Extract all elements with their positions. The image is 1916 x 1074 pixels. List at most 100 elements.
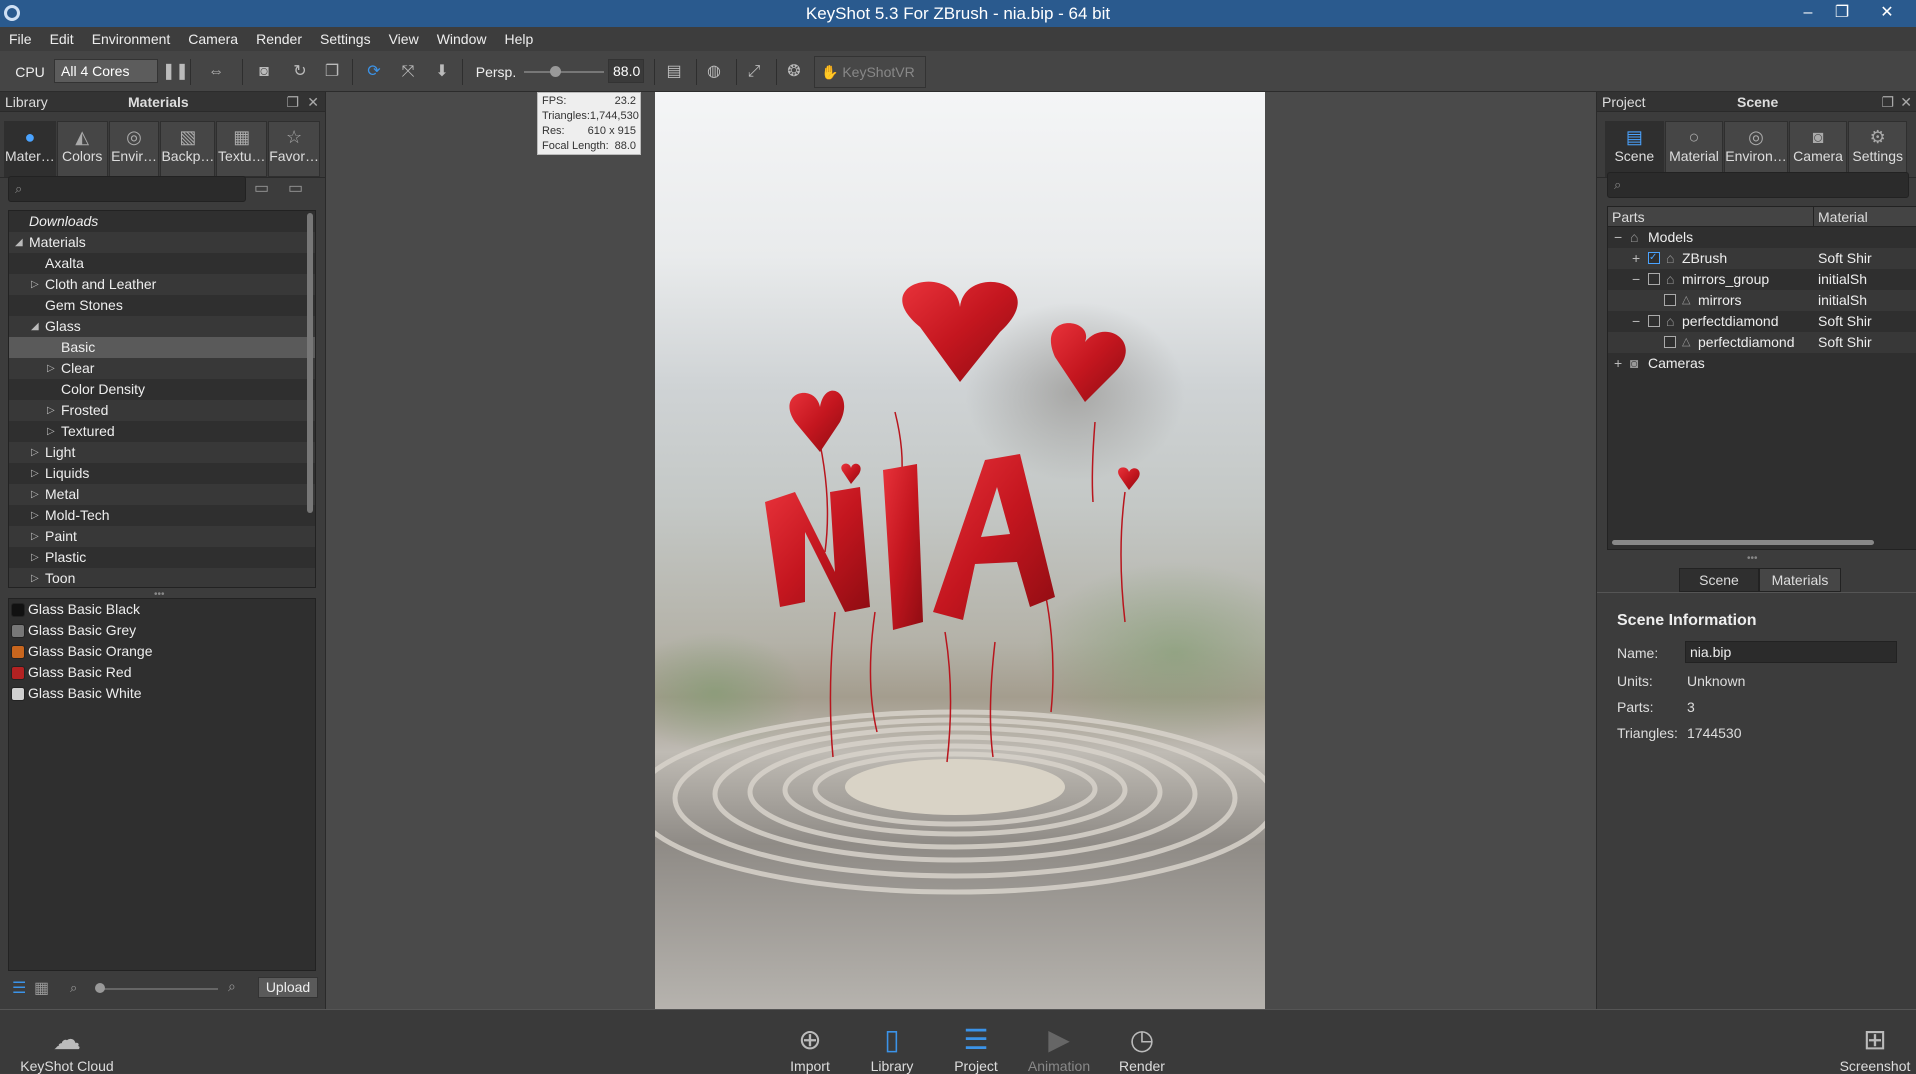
menu-help[interactable]: Help [495,31,542,47]
subtab-materials[interactable]: Materials [1759,568,1841,592]
menu-settings[interactable]: Settings [311,31,380,47]
grid-view-icon[interactable]: ▦ [34,978,49,998]
material-item[interactable]: Glass Basic Black [9,599,315,620]
zoom-in-icon[interactable]: ⌕ [228,978,236,995]
tree-item-selected[interactable]: Basic [9,337,315,358]
slider-handle[interactable] [95,983,105,993]
visibility-checkbox[interactable]: ✓ [1648,252,1660,264]
splitter-handle[interactable]: ••• [1747,553,1758,564]
subtab-scene[interactable]: Scene [1679,568,1759,592]
render-button[interactable]: ◷ Render [1110,1022,1174,1074]
list-view-icon[interactable]: ☰ [12,978,26,998]
menu-file[interactable]: File [0,31,41,47]
panel-close-icon[interactable]: ✕ [1900,92,1912,112]
fit-icon[interactable]: ⤧ [394,60,422,84]
fov-value-field[interactable]: 88.0 [608,59,644,83]
scene-row[interactable]: △ mirrors initialSh [1608,290,1916,311]
animation-button[interactable]: ▶ Animation [1018,1022,1100,1074]
tree-item[interactable]: ▷ Cloth and Leather [9,274,315,295]
pause-icon[interactable]: ❚❚ [162,60,189,84]
close-button[interactable]: ✕ [1858,2,1916,24]
tab-backplates[interactable]: ▧ Backp… [160,121,216,177]
project-button[interactable]: ☰ Project [944,1022,1008,1074]
material-item[interactable]: Glass Basic White [9,683,315,704]
tree-item[interactable]: Color Density [9,379,315,400]
thumbnail-size-slider[interactable] [98,988,218,990]
tab-environment[interactable]: ◎ Environ… [1724,121,1788,177]
library-button[interactable]: ▯ Library [860,1022,924,1074]
panel-close-icon[interactable]: ✕ [307,92,319,112]
menu-view[interactable]: View [380,31,428,47]
scene-name-field[interactable]: nia.bip [1685,641,1897,663]
tree-item[interactable]: ▷ Light [9,442,315,463]
restore-button[interactable]: ❐ [1822,2,1862,24]
menu-render[interactable]: Render [247,31,311,47]
tree-item[interactable]: Axalta [9,253,315,274]
visibility-checkbox[interactable] [1664,336,1676,348]
tree-item[interactable]: ▷ Mold-Tech [9,505,315,526]
menu-environment[interactable]: Environment [83,31,180,47]
fov-slider[interactable] [524,71,604,73]
tree-item[interactable]: ▷ Toon [9,568,315,587]
tab-settings[interactable]: ⚙ Settings [1848,121,1908,177]
tree-item[interactable]: ▷ Metal [9,484,315,505]
region-icon[interactable]: ▤ [660,60,688,84]
material-item[interactable]: Glass Basic Orange [9,641,315,662]
import-button[interactable]: ⊕ Import [778,1022,842,1074]
undock-icon[interactable]: ❐ [286,92,299,112]
reset-camera-icon[interactable]: ↻ [286,60,314,84]
tree-item[interactable]: Gem Stones [9,295,315,316]
menu-window[interactable]: Window [428,31,496,47]
tree-scrollbar[interactable] [307,213,313,513]
scene-row[interactable]: − ⌂ Models [1608,227,1916,248]
screenshot-button[interactable]: ⊞ Screenshot [1834,1022,1916,1074]
tree-item[interactable]: Downloads [9,211,315,232]
material-item[interactable]: Glass Basic Red [9,662,315,683]
expand-icon[interactable]: ⤢ [740,60,768,84]
library-search-input[interactable]: ⌕ [8,176,246,202]
tree-item[interactable]: ▷ Liquids [9,463,315,484]
tab-environments[interactable]: ◎ Envir… [108,121,160,177]
turntable-icon[interactable]: ⇔ [198,60,234,84]
scene-search-input[interactable]: ⌕ [1607,172,1909,198]
tab-textures[interactable]: ▦ Textu… [216,121,268,177]
tree-item[interactable]: ▷ Textured [9,421,315,442]
col-material[interactable]: Material [1818,207,1868,227]
keyshotvr-button[interactable]: ✋ KeyShotVR [814,56,926,88]
cores-select[interactable]: All 4 Cores [54,59,158,83]
tab-scene[interactable]: ▤ Scene [1605,121,1664,177]
tab-camera[interactable]: ◙ Camera [1788,121,1848,177]
visibility-checkbox[interactable] [1648,315,1660,327]
tree-item[interactable]: ◢ Materials [9,232,315,253]
camera-snapshot-icon[interactable]: ◙ [248,60,280,84]
tree-item[interactable]: ▷ Clear [9,358,315,379]
render-view[interactable] [655,92,1265,1009]
tab-favorites[interactable]: ☆ Favor… [268,121,320,177]
keyshot-cloud-button[interactable]: ☁ KeyShot Cloud [8,1022,126,1074]
folder-add-icon[interactable]: ▭ [288,178,303,198]
menu-camera[interactable]: Camera [179,31,247,47]
col-parts[interactable]: Parts [1612,207,1645,227]
tab-materials[interactable]: ● Mater… [4,121,56,177]
tree-item[interactable]: ▷ Frosted [9,400,315,421]
menu-edit[interactable]: Edit [41,31,83,47]
scene-row[interactable]: + ◙ Cameras [1608,353,1916,374]
undock-icon[interactable]: ❐ [1881,92,1894,112]
tab-material[interactable]: ○ Material [1664,121,1724,177]
folder-open-icon[interactable]: ▭ [254,178,269,198]
scene-row[interactable]: − ⌂ perfectdiamond Soft Shir [1608,311,1916,332]
visibility-checkbox[interactable] [1648,273,1660,285]
geometry-icon[interactable]: ◍ [700,60,728,84]
visibility-checkbox[interactable] [1664,294,1676,306]
refresh-icon[interactable]: ⟳ [360,60,388,84]
upload-button[interactable]: Upload [258,977,318,998]
scene-row[interactable]: △ perfectdiamond Soft Shir [1608,332,1916,353]
copy-icon[interactable]: ❐ [318,60,346,84]
scene-row[interactable]: + ✓ ⌂ ZBrush Soft Shir [1608,248,1916,269]
tab-colors[interactable]: ◭ Colors [56,121,108,177]
fov-slider-handle[interactable] [550,66,561,77]
scene-row[interactable]: − ⌂ mirrors_group initialSh [1608,269,1916,290]
vr-icon[interactable]: ❂ [780,60,808,84]
tree-item[interactable]: ◢ Glass [9,316,315,337]
tree-item[interactable]: ▷ Paint [9,526,315,547]
